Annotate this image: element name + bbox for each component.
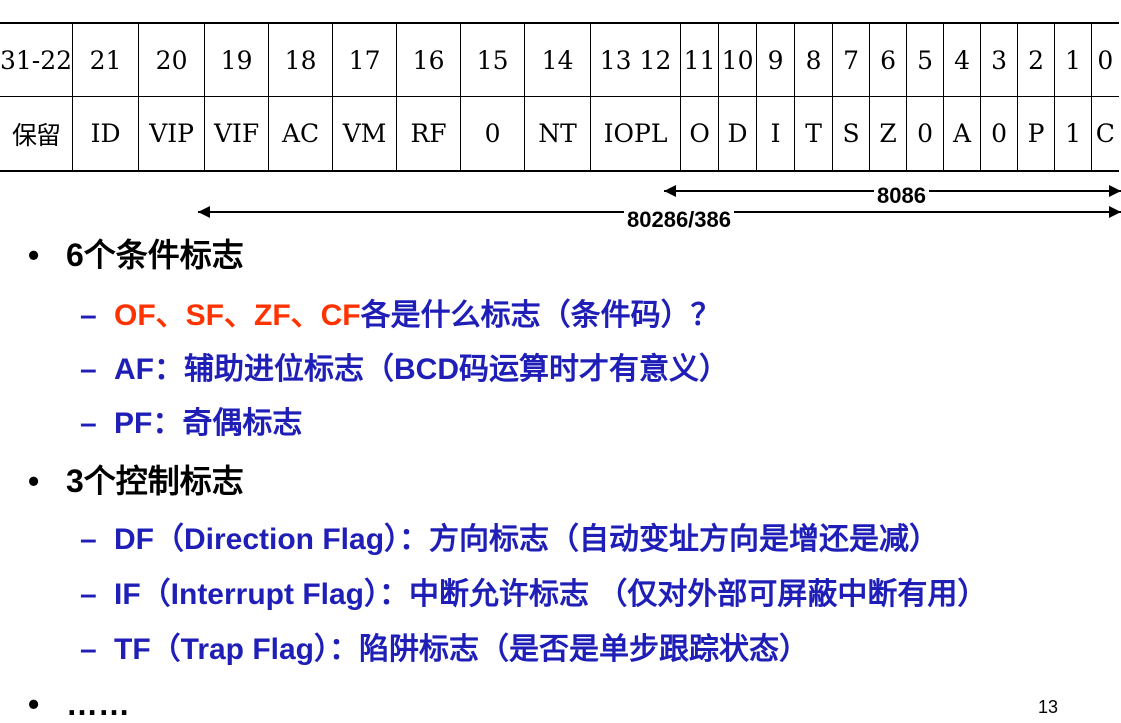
- section-title: 6个条件标志: [66, 237, 244, 273]
- highlight-flags: OF、SF、ZF、CF: [114, 299, 361, 332]
- subitem-text: DF（Direction Flag）：方向标志（自动变址方向是增还是减）: [114, 523, 940, 556]
- bit-cell: 31-22: [0, 22, 73, 97]
- bit-cell: 16: [396, 22, 461, 97]
- flag-cell: IOPL: [590, 96, 681, 172]
- bullet-ellipsis: • ……: [28, 686, 130, 723]
- bullet-condition-flags: • 6个条件标志: [28, 230, 244, 276]
- bit-cell: 9: [756, 22, 795, 97]
- bit-cell: 3: [980, 22, 1018, 97]
- bullet-control-flags: • 3个控制标志: [28, 456, 244, 502]
- subitem-df: – DF（Direction Flag）：方向标志（自动变址方向是增还是减）: [80, 514, 939, 558]
- flag-cell: 0: [906, 96, 944, 172]
- subitem-pf: – PF：奇偶标志: [80, 398, 302, 442]
- bit-cell: 18: [268, 22, 333, 97]
- flag-cell: NT: [524, 96, 591, 172]
- subitem-text: TF（Trap Flag）：陷阱标志（是否是单步跟踪状态）: [114, 633, 810, 666]
- flag-name-row: 保留 ID VIP VIF AC VM RF 0 NT IOPL O D I T…: [0, 96, 1119, 172]
- arrow-left-icon: [664, 185, 676, 197]
- flag-cell: 0: [460, 96, 525, 172]
- bit-cell: 17: [332, 22, 397, 97]
- bit-cell: 13 12: [590, 22, 681, 97]
- subitem-text: 各是什么标志（条件码）？: [360, 299, 721, 332]
- flag-cell: C: [1091, 96, 1119, 172]
- dash-icon: –: [80, 633, 97, 666]
- flag-cell: P: [1017, 96, 1055, 172]
- dash-icon: –: [80, 407, 97, 440]
- arrow-right-icon: [1109, 185, 1121, 197]
- section-title: ……: [66, 686, 130, 722]
- flag-cell: VM: [332, 96, 397, 172]
- eflags-register-table: 31-22 21 20 19 18 17 16 15 14 13 12 11 1…: [0, 22, 1119, 172]
- bit-cell: 6: [869, 22, 907, 97]
- bit-number-row: 31-22 21 20 19 18 17 16 15 14 13 12 11 1…: [0, 22, 1119, 97]
- subitem-tf: – TF（Trap Flag）：陷阱标志（是否是单步跟踪状态）: [80, 624, 809, 668]
- bit-cell: 5: [906, 22, 944, 97]
- section-title: 3个控制标志: [66, 463, 244, 499]
- bit-cell: 10: [718, 22, 757, 97]
- dash-icon: –: [80, 578, 97, 611]
- bit-cell: 7: [832, 22, 870, 97]
- page-number: 13: [1038, 697, 1059, 717]
- bit-cell: 8: [794, 22, 833, 97]
- bit-cell: 4: [943, 22, 981, 97]
- flag-cell: I: [756, 96, 795, 172]
- flag-cell: VIF: [204, 96, 269, 172]
- flag-cell: T: [794, 96, 833, 172]
- bullet-icon: •: [28, 237, 40, 273]
- flag-cell: VIP: [138, 96, 205, 172]
- flag-cell: D: [718, 96, 757, 172]
- bit-cell: 14: [524, 22, 591, 97]
- flag-cell: Z: [869, 96, 907, 172]
- subitem-text: IF（Interrupt Flag）：中断允许标志 （仅对外部可屏蔽中断有用）: [114, 578, 988, 611]
- flag-cell: 1: [1054, 96, 1092, 172]
- flag-cell: S: [832, 96, 870, 172]
- bit-cell: 20: [138, 22, 205, 97]
- bit-cell: 19: [204, 22, 269, 97]
- range-label-80286-386: 80286/386: [624, 208, 734, 232]
- bit-cell: 21: [72, 22, 139, 97]
- flag-cell: O: [680, 96, 719, 172]
- flag-cell: 保留: [0, 96, 73, 172]
- subitem-of-sf-zf-cf: – OF、SF、ZF、CF各是什么标志（条件码）？: [80, 290, 721, 334]
- bit-cell: 15: [460, 22, 525, 97]
- subitem-if: – IF（Interrupt Flag）：中断允许标志 （仅对外部可屏蔽中断有用）: [80, 569, 987, 613]
- bit-cell: 11: [680, 22, 719, 97]
- dash-icon: –: [80, 353, 97, 386]
- flag-cell: RF: [396, 96, 461, 172]
- bit-cell: 1: [1054, 22, 1092, 97]
- dash-icon: –: [80, 299, 97, 332]
- bit-cell: 2: [1017, 22, 1055, 97]
- subitem-text: PF：奇偶标志: [114, 407, 303, 440]
- flag-cell: ID: [72, 96, 139, 172]
- subitem-af: – AF：辅助进位标志（BCD码运算时才有意义）: [80, 344, 729, 388]
- dash-icon: –: [80, 523, 97, 556]
- bullet-icon: •: [28, 463, 40, 499]
- bit-cell: 0: [1091, 22, 1119, 97]
- arrow-left-icon: [198, 206, 210, 218]
- flag-cell: A: [943, 96, 981, 172]
- flag-cell: AC: [268, 96, 333, 172]
- bullet-icon: •: [28, 686, 40, 722]
- arrow-right-icon: [1109, 206, 1121, 218]
- subitem-text: AF：辅助进位标志（BCD码运算时才有意义）: [114, 353, 729, 386]
- flag-cell: 0: [980, 96, 1018, 172]
